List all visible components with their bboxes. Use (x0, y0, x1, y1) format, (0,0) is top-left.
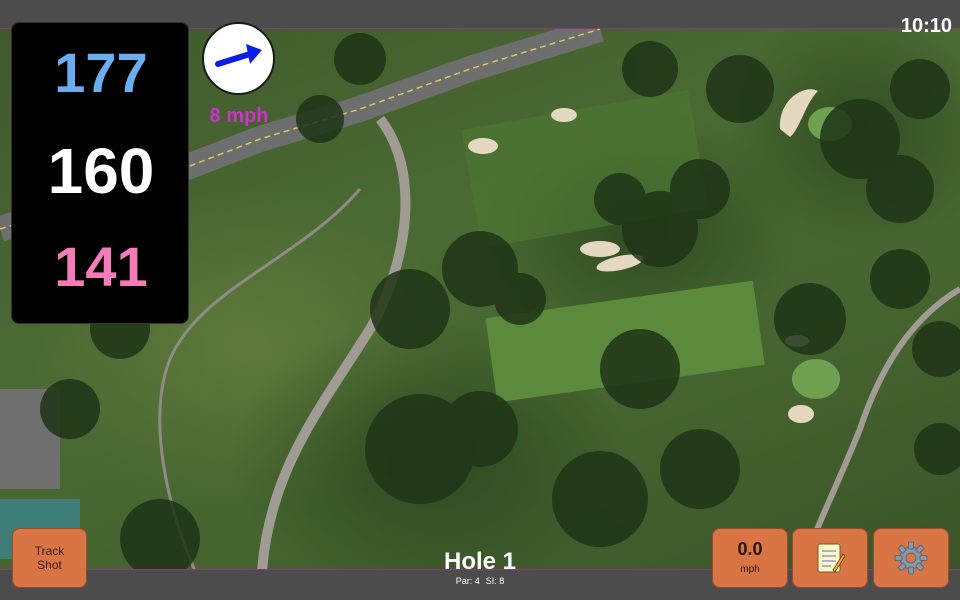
speed-unit: mph (740, 564, 760, 575)
notepad-icon (817, 543, 845, 573)
track-shot-button[interactable]: Track Shot (12, 528, 87, 588)
hole-stroke-index: SI: 8 (485, 576, 505, 586)
shot-speed-button[interactable]: 0.0 mph (712, 528, 788, 588)
wind-speed: 8 mph (209, 105, 269, 127)
distance-middle-of-green: 160 (47, 135, 155, 207)
wind-direction-dial (202, 22, 275, 95)
hole-info: Par: 4 SI: 8 (420, 576, 540, 587)
distance-front-of-green: 141 (54, 235, 148, 298)
hole-par: Par: 4 (455, 576, 480, 586)
hole-title: Hole 1 (443, 548, 517, 575)
scorecard-notes-button[interactable] (792, 528, 868, 588)
distance-back-of-green: 177 (54, 41, 148, 104)
arrow-right-icon (215, 44, 262, 67)
speed-value: 0.0 (737, 539, 763, 559)
settings-button[interactable] (873, 528, 949, 588)
gear-icon (894, 541, 928, 575)
clock-time: 10:10 (900, 15, 952, 37)
distance-panel: 177 160 141 (11, 22, 189, 324)
